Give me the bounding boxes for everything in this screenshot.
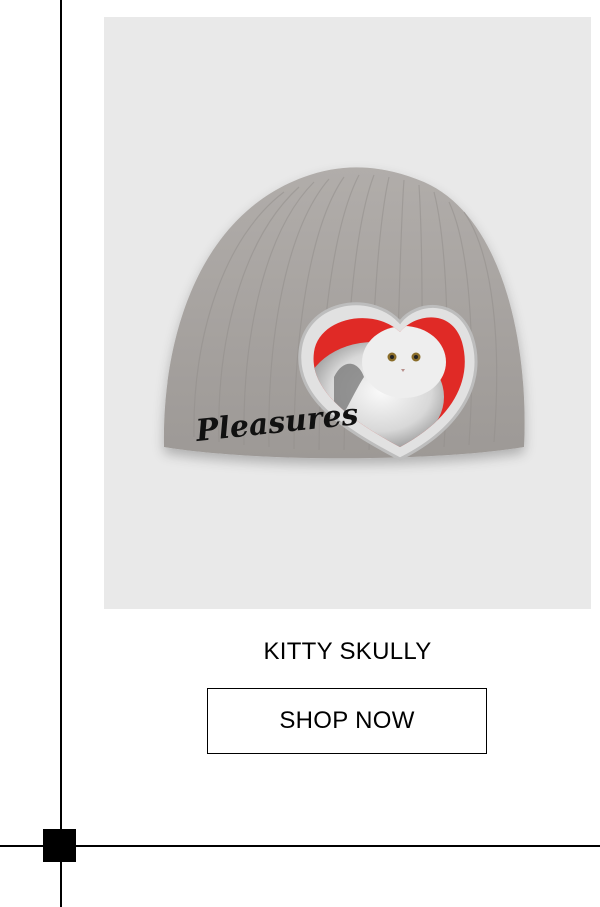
product-title[interactable]: KITTY SKULLY xyxy=(104,637,591,667)
beanie-illustration: Pleasures xyxy=(163,167,525,461)
horizontal-divider-line xyxy=(0,845,600,847)
vertical-divider-line xyxy=(60,0,62,907)
product-image[interactable]: Pleasures xyxy=(104,17,591,609)
shop-now-button[interactable]: SHOP NOW xyxy=(207,688,487,754)
square-marker-icon xyxy=(43,829,76,862)
